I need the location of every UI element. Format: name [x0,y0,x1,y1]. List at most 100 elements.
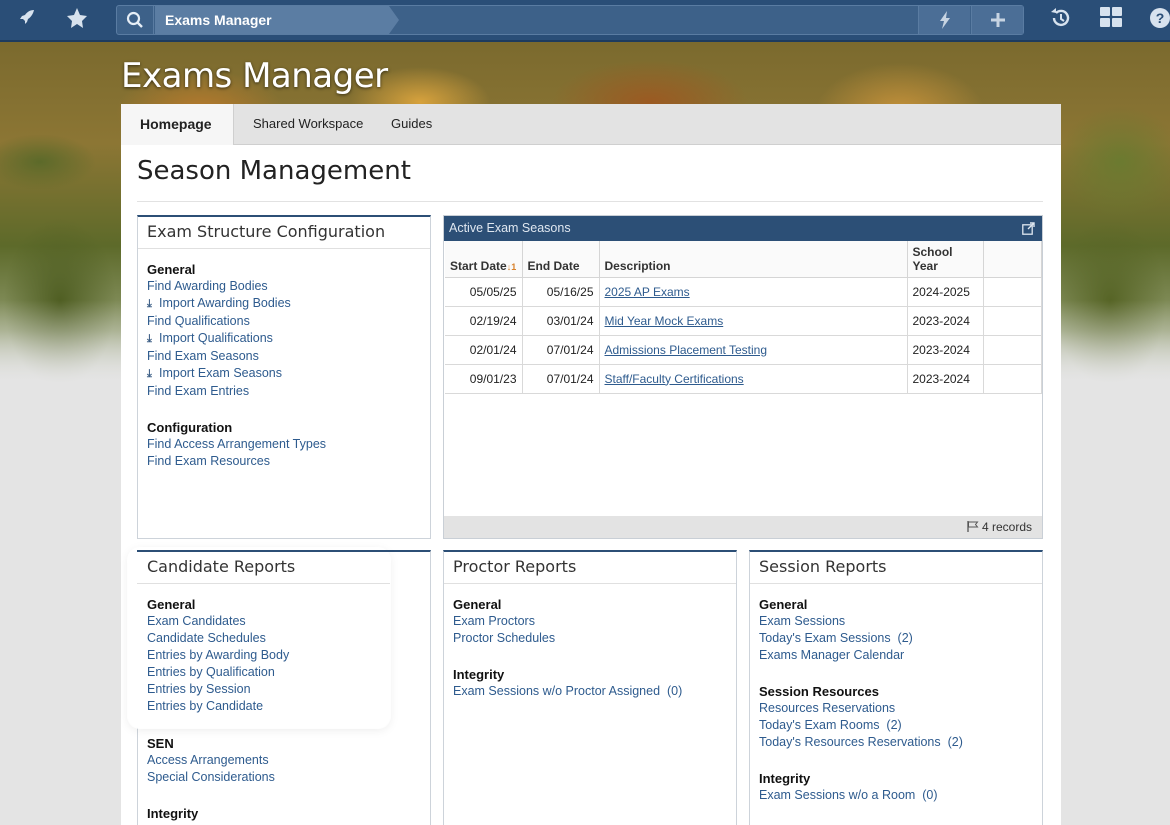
grid-title: Active Exam Seasons [449,221,571,235]
group-title: Configuration [147,420,233,435]
column-end-date[interactable]: End Date [522,241,600,278]
link-find-exam-seasons[interactable]: Find Exam Seasons [147,348,421,365]
cell-school-year: 2024-2025 [907,277,984,307]
tab-guides[interactable]: Guides [391,104,432,145]
link-find-exam-entries[interactable]: Find Exam Entries [147,383,421,400]
help-icon[interactable]: ? [1146,7,1170,33]
group-title: SEN [147,736,174,751]
app-title: Exams Manager [121,56,388,96]
cell-end-date: 07/01/24 [522,335,600,365]
table-row[interactable]: 02/19/24 03/01/24 Mid Year Mock Exams 20… [445,306,1042,336]
seasons-table: Start Date↓1 End Date Description School… [445,241,1042,394]
cell-school-year: 2023-2024 [907,364,984,394]
link-entries-by-awarding-body[interactable]: Entries by Awarding Body [147,647,387,664]
history-icon[interactable] [1047,7,1075,33]
search-bar[interactable]: Exams Manager [116,5,1024,35]
group-title: General [453,597,502,612]
cell-actions [983,364,1042,394]
link-resources-reservations[interactable]: Resources Reservations [759,700,1033,717]
link-entries-by-qualification[interactable]: Entries by Qualification [147,664,387,681]
link-label: Import Awarding Bodies [159,296,291,310]
group-title: Session Resources [759,684,879,699]
link-todays-resources-reservations[interactable]: Today's Resources Reservations (2) [759,734,1033,751]
cell-school-year: 2023-2024 [907,335,984,365]
external-link-icon[interactable] [1022,216,1035,243]
link-candidate-schedules[interactable]: Candidate Schedules [147,630,387,647]
link-exam-candidates[interactable]: Exam Candidates [147,613,387,630]
panel-title: Candidate Reports [137,550,390,584]
season-link[interactable]: 2025 AP Exams [605,285,690,299]
breadcrumb-exams-manager[interactable]: Exams Manager [155,6,399,34]
record-count: 4 records [981,520,1032,534]
cell-end-date: 07/01/24 [522,364,600,394]
rocket-icon[interactable] [13,7,41,33]
table-row[interactable]: 05/05/25 05/16/25 2025 AP Exams 2024-202… [445,277,1042,307]
tab-shared-workspace[interactable]: Shared Workspace [253,104,363,145]
cell-start-date: 02/01/24 [445,335,523,365]
link-import-qualifications[interactable]: ⤓ Import Qualifications [147,330,421,348]
table-header-row: Start Date↓1 End Date Description School… [445,241,1042,278]
cell-actions [983,335,1042,365]
column-description[interactable]: Description [599,241,908,278]
candidate-reports-highlight: Candidate Reports General Exam Candidate… [128,548,390,728]
link-find-qualifications[interactable]: Find Qualifications [147,313,421,330]
group-title: Integrity [453,667,505,682]
link-proctor-schedules[interactable]: Proctor Schedules [453,630,727,647]
group-title: General [147,597,196,612]
session-reports-panel: Session Reports General Exam Sessions To… [749,550,1043,825]
link-find-access-arrangement-types[interactable]: Find Access Arrangement Types [147,436,421,453]
cell-start-date: 09/01/23 [445,364,523,394]
season-link[interactable]: Mid Year Mock Exams [605,314,724,328]
link-find-awarding-bodies[interactable]: Find Awarding Bodies [147,278,421,295]
link-special-considerations[interactable]: Special Considerations [147,769,427,786]
svg-text:?: ? [1156,10,1165,26]
season-link[interactable]: Staff/Faculty Certifications [605,372,744,386]
column-start-date[interactable]: Start Date↓1 [445,241,523,278]
group-title: Integrity [147,806,199,821]
candidate-reports-lower: SEN Access Arrangements Special Consider… [147,735,427,822]
panel-title: Proctor Reports [444,552,736,584]
link-find-exam-resources[interactable]: Find Exam Resources [147,453,421,470]
table-row[interactable]: 09/01/23 07/01/24 Staff/Faculty Certific… [445,364,1042,394]
cell-school-year: 2023-2024 [907,306,984,336]
tab-homepage[interactable]: Homepage [121,104,234,145]
cell-actions [983,306,1042,336]
cell-end-date: 03/01/24 [522,306,600,336]
cell-description: 2025 AP Exams [599,277,908,307]
search-icon[interactable] [117,6,154,34]
panel-title: Session Reports [750,552,1042,584]
cell-description: Mid Year Mock Exams [599,306,908,336]
download-icon: ⤓ [147,298,152,310]
link-import-awarding-bodies[interactable]: ⤓ Import Awarding Bodies [147,295,421,313]
cell-end-date: 05/16/25 [522,277,600,307]
link-exam-proctors[interactable]: Exam Proctors [453,613,727,630]
top-navigation-bar: Exams Manager ? [0,0,1170,42]
season-link[interactable]: Admissions Placement Testing [605,343,768,357]
bolt-icon[interactable] [918,6,970,34]
link-todays-exam-rooms[interactable]: Today's Exam Rooms (2) [759,717,1033,734]
column-actions [983,241,1042,278]
star-icon[interactable] [63,7,91,33]
cell-actions [983,277,1042,307]
grid-header: Active Exam Seasons [444,216,1042,241]
link-import-exam-seasons[interactable]: ⤓ Import Exam Seasons [147,365,421,383]
link-label: Import Qualifications [159,331,273,345]
page-title: Season Management [137,156,411,186]
panel-title: Exam Structure Configuration [138,217,430,249]
cell-description: Admissions Placement Testing [599,335,908,365]
plus-icon[interactable] [971,6,1023,34]
column-school-year[interactable]: School Year [907,241,984,278]
apps-grid-icon[interactable] [1097,7,1125,33]
link-sessions-without-proctor[interactable]: Exam Sessions w/o Proctor Assigned (0) [453,683,727,700]
link-todays-exam-sessions[interactable]: Today's Exam Sessions (2) [759,630,1033,647]
table-row[interactable]: 02/01/24 07/01/24 Admissions Placement T… [445,335,1042,365]
link-entries-by-candidate[interactable]: Entries by Candidate [147,698,387,715]
link-entries-by-session[interactable]: Entries by Session [147,681,387,698]
link-exams-manager-calendar[interactable]: Exams Manager Calendar [759,647,1033,664]
link-access-arrangements[interactable]: Access Arrangements [147,752,427,769]
link-sessions-without-room[interactable]: Exam Sessions w/o a Room (0) [759,787,1033,804]
link-exam-sessions[interactable]: Exam Sessions [759,613,1033,630]
divider [137,201,1043,202]
cell-description: Staff/Faculty Certifications [599,364,908,394]
group-title: General [147,262,196,277]
